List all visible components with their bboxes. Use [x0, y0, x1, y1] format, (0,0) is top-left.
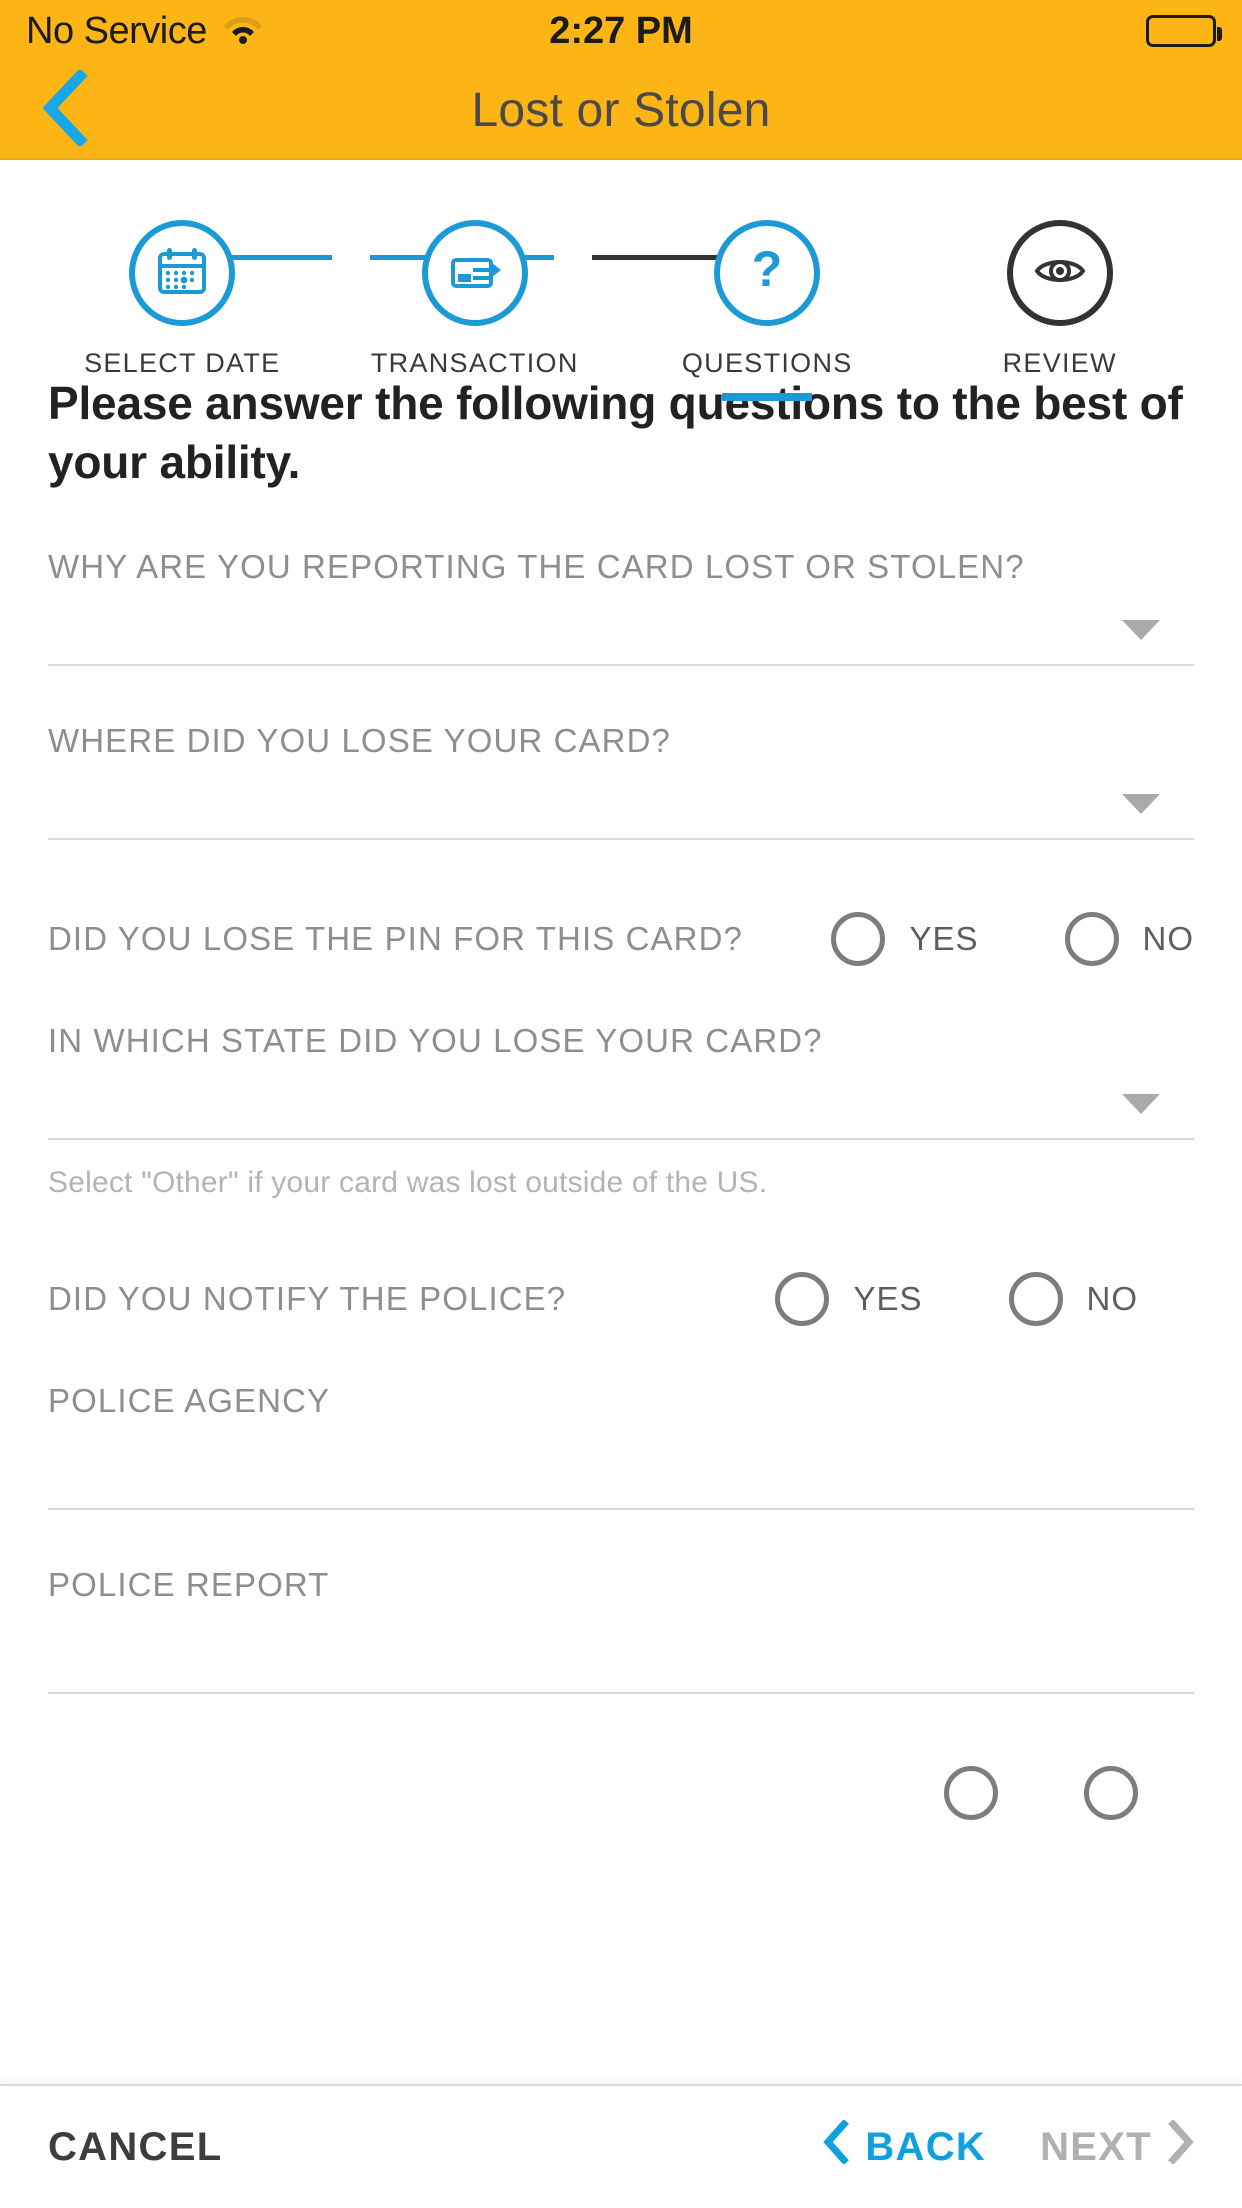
field-label-police-agency: POLICE AGENCY [48, 1381, 331, 1419]
field-lost-pin: DID YOU LOSE THE PIN FOR THIS CARD? YES … [48, 840, 1194, 966]
progress-stepper: SELECT DATE TRANSACTION ? QUESTIONS REVI… [0, 160, 1242, 401]
chevron-down-icon[interactable] [1122, 619, 1160, 640]
stepper-step-review[interactable]: REVIEW [950, 220, 1170, 401]
radio-notify-police-no[interactable]: NO [1008, 1271, 1139, 1326]
field-notify-police: DID YOU NOTIFY THE POLICE? YES NO [48, 1200, 1194, 1326]
chevron-down-icon[interactable] [1122, 793, 1160, 814]
stepper-step-select-date[interactable]: SELECT DATE [72, 220, 292, 401]
stepper-step-questions[interactable]: ? QUESTIONS [657, 220, 877, 401]
radio-circle-icon [831, 911, 886, 966]
calendar-icon [153, 242, 211, 305]
status-bar-right [1146, 15, 1222, 47]
status-bar: No Service 2:27 PM [0, 0, 1242, 62]
field-label-police-report: POLICE REPORT [48, 1565, 330, 1603]
question-mark-icon: ? [738, 241, 796, 305]
radio-notify-police-yes[interactable]: YES [775, 1271, 923, 1326]
cancel-button[interactable]: CANCEL [48, 2125, 222, 2170]
radio-group-partial [944, 1765, 1138, 1820]
step-label-select-date: SELECT DATE [84, 348, 281, 378]
form-content: Please answer the following questions to… [0, 374, 1242, 1820]
radio-group-lost-pin: YES NO [831, 911, 1195, 966]
eye-icon [1031, 242, 1089, 305]
chevron-left-icon [823, 2119, 850, 2174]
radio-lost-pin-yes[interactable]: YES [831, 911, 979, 966]
wifi-icon [223, 13, 263, 50]
next-button-label: NEXT [1040, 2124, 1152, 2169]
transaction-card-icon [446, 242, 504, 305]
chevron-right-icon [1168, 2119, 1194, 2174]
radio-circle-icon [775, 1271, 830, 1326]
stepper-step-transaction[interactable]: TRANSACTION [365, 220, 585, 401]
radio-circle-icon [1008, 1271, 1063, 1326]
radio-circle-icon [1064, 911, 1119, 966]
status-bar-left: No Service [26, 10, 263, 53]
step-circle-transaction [421, 220, 528, 326]
step-circle-review [1006, 220, 1113, 326]
field-label-lost-pin: DID YOU LOSE THE PIN FOR THIS CARD? [48, 919, 743, 957]
battery-full-icon [1146, 15, 1222, 47]
field-label-state: IN WHICH STATE DID YOU LOSE YOUR CARD? [48, 1021, 823, 1059]
field-help-state: Select "Other" if your card was lost out… [48, 1165, 768, 1199]
field-label-where: WHERE DID YOU LOSE YOUR CARD? [48, 721, 671, 759]
radio-label-no: NO [1086, 1279, 1138, 1317]
field-state[interactable]: IN WHICH STATE DID YOU LOSE YOUR CARD? [48, 966, 1194, 1140]
step-label-review: REVIEW [1002, 348, 1117, 378]
field-underline-state [48, 1137, 1194, 1140]
field-police-agency[interactable]: POLICE AGENCY [48, 1326, 1194, 1510]
field-underline-police-report [48, 1691, 1194, 1694]
back-button[interactable]: BACK [823, 2119, 987, 2174]
chevron-left-icon [42, 67, 88, 151]
step-label-questions: QUESTIONS [681, 348, 853, 378]
radio-group-notify-police: YES NO [775, 1271, 1139, 1326]
step-circle-select-date [129, 220, 236, 326]
radio-partial-no[interactable] [1084, 1765, 1138, 1820]
radio-label-yes: YES [853, 1279, 923, 1317]
next-button[interactable]: NEXT [1040, 2119, 1194, 2174]
field-reason[interactable]: WHY ARE YOU REPORTING THE CARD LOST OR S… [48, 492, 1194, 666]
field-partial-cutoff [48, 1694, 1194, 1820]
page-title: Lost or Stolen [471, 83, 771, 137]
field-where[interactable]: WHERE DID YOU LOSE YOUR CARD? [48, 666, 1194, 840]
field-label-notify-police: DID YOU NOTIFY THE POLICE? [48, 1279, 567, 1317]
field-underline-where [48, 837, 1194, 840]
step-label-transaction: TRANSACTION [370, 348, 579, 378]
step-circle-questions: ? [714, 220, 821, 326]
nav-bar: Lost or Stolen [0, 62, 1242, 160]
radio-partial-yes[interactable] [944, 1765, 998, 1820]
field-label-reason: WHY ARE YOU REPORTING THE CARD LOST OR S… [48, 547, 1025, 585]
back-button-label: BACK [865, 2124, 987, 2169]
nav-back-button[interactable] [20, 65, 110, 155]
chevron-down-icon[interactable] [1122, 1093, 1160, 1114]
carrier-label: No Service [26, 9, 207, 52]
radio-label-no: NO [1142, 919, 1194, 957]
radio-circle-icon [944, 1765, 998, 1820]
radio-label-yes: YES [909, 919, 979, 957]
bottom-action-bar: CANCEL BACK NEXT [0, 2084, 1242, 2208]
step-underline-questions [722, 393, 813, 401]
svg-text:?: ? [752, 242, 783, 297]
field-police-report[interactable]: POLICE REPORT [48, 1510, 1194, 1694]
radio-circle-icon [1084, 1765, 1138, 1820]
radio-lost-pin-no[interactable]: NO [1064, 911, 1195, 966]
